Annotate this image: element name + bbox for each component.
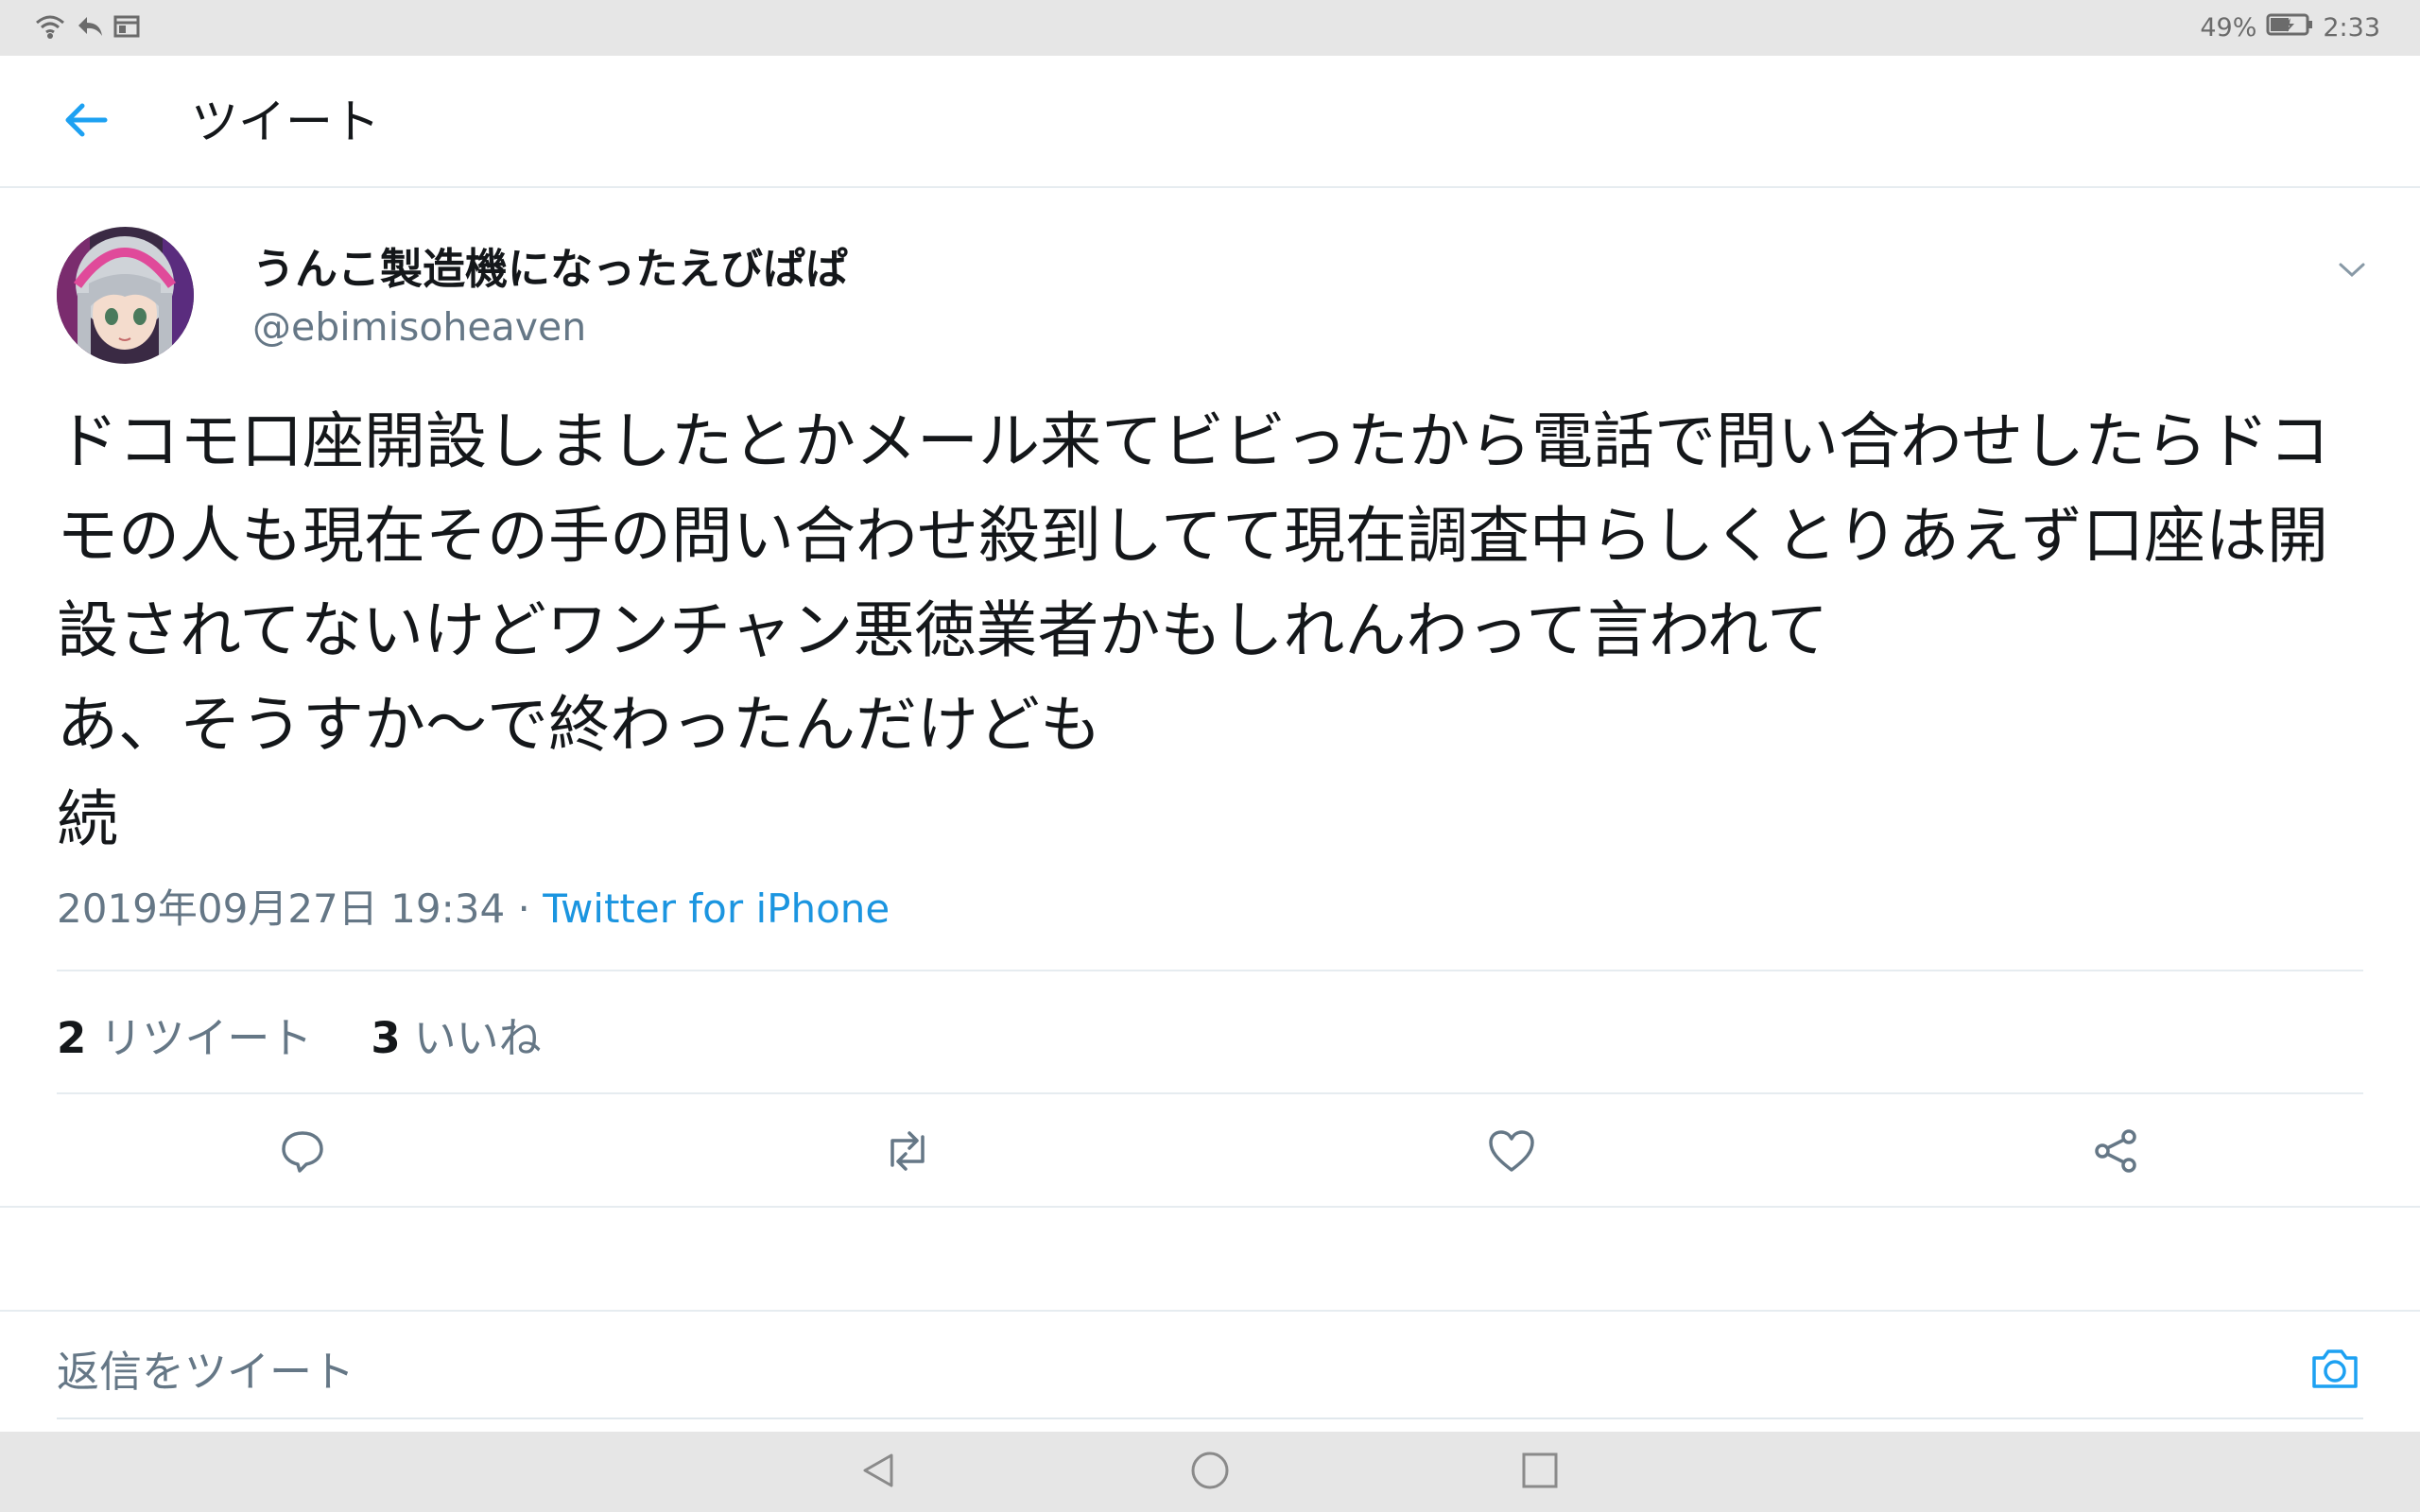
reply-button[interactable] (274, 1125, 331, 1181)
retweet-count-link[interactable]: 2 リツイート (57, 1004, 312, 1065)
battery-percent: 49% (2200, 13, 2257, 43)
tweet-text: ドコモ口座開設しましたとかメール来てビビったから電話で問い合わせしたらドコ モの… (57, 406, 2331, 855)
divider (0, 1206, 2420, 1208)
reply-input[interactable] (57, 1326, 2363, 1417)
circle-home-icon (1189, 1450, 1231, 1495)
chevron-down-icon (2338, 260, 2366, 283)
user-handle[interactable]: @ebimisoheaven (252, 304, 586, 350)
system-navigation-bar (0, 1432, 2420, 1512)
composer-top-border (0, 1310, 2420, 1312)
avatar[interactable] (57, 227, 194, 364)
nav-home-button[interactable] (1177, 1439, 1243, 1505)
retweet-count: 2 (57, 1013, 87, 1063)
square-recents-icon (1519, 1450, 1561, 1495)
back-arrow-icon (63, 101, 109, 143)
engagement-counts: 2 リツイート 3 いいね (57, 1004, 542, 1065)
status-icons-left (34, 13, 140, 43)
divider (57, 1092, 2363, 1094)
status-bar: 49% 2:33 (0, 0, 2420, 56)
triangle-back-icon (857, 1450, 899, 1495)
reply-icon (279, 1127, 326, 1178)
camera-icon (2308, 1345, 2361, 1396)
retweet-label: リツイート (99, 1013, 313, 1063)
back-button[interactable] (53, 95, 119, 148)
share-icon (2093, 1127, 2140, 1178)
page-title: ツイート (191, 94, 380, 149)
display-name[interactable]: うんこ製造機になったえびぱぱ (252, 234, 848, 296)
tweet-menu-button[interactable] (2325, 250, 2378, 292)
meta-separator: · (505, 885, 544, 932)
like-button[interactable] (1483, 1125, 1540, 1181)
tweet-timestamp[interactable]: 2019年09月27日 19:34 (57, 885, 505, 932)
like-count: 3 (371, 1013, 401, 1063)
divider (57, 970, 2363, 971)
reply-input-underline (57, 1418, 2363, 1419)
share-button[interactable] (2088, 1125, 2145, 1181)
like-heart-icon (1487, 1128, 1536, 1177)
camera-button[interactable] (2307, 1342, 2363, 1399)
clock: 2:33 (2323, 13, 2380, 43)
window-icon (113, 14, 140, 43)
reply-arrow-icon (76, 13, 104, 43)
nav-back-button[interactable] (845, 1439, 911, 1505)
battery-charging-icon (2266, 12, 2313, 43)
retweet-button[interactable] (879, 1125, 936, 1181)
tweet-meta: 2019年09月27日 19:34 · Twitter for iPhone (57, 877, 890, 935)
app-bar: ツイート (0, 56, 2420, 188)
tweet-source-link[interactable]: Twitter for iPhone (543, 885, 890, 932)
nav-recents-button[interactable] (1507, 1439, 1573, 1505)
like-count-link[interactable]: 3 いいね (371, 1004, 541, 1065)
like-label: いいね (413, 1013, 542, 1063)
status-icons-right: 49% 2:33 (2200, 0, 2380, 56)
wifi-icon (34, 13, 66, 43)
retweet-icon (881, 1127, 934, 1178)
